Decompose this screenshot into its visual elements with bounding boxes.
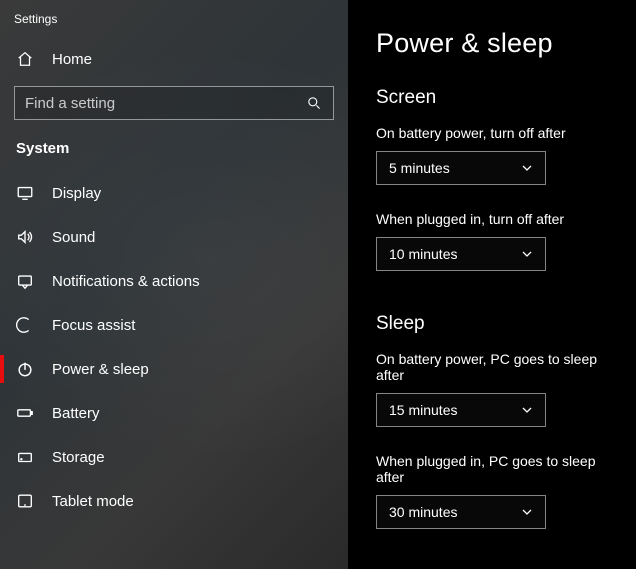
notifications-icon [16, 272, 34, 290]
field-label: On battery power, turn off after [376, 125, 614, 141]
field-label: When plugged in, turn off after [376, 211, 614, 227]
app-title: Settings [0, 8, 348, 40]
select-screen-plugged[interactable]: 10 minutes [376, 237, 546, 271]
select-value: 15 minutes [389, 402, 457, 418]
sound-icon [16, 228, 34, 246]
home-nav[interactable]: Home [0, 40, 348, 78]
select-value: 10 minutes [389, 246, 457, 262]
chevron-down-icon [521, 248, 533, 260]
search-input[interactable] [25, 95, 305, 112]
battery-icon [16, 404, 34, 422]
chevron-down-icon [521, 404, 533, 416]
nav-tablet-mode[interactable]: Tablet mode [0, 479, 348, 523]
search-box[interactable] [14, 86, 334, 120]
page-title: Power & sleep [376, 28, 614, 59]
chevron-down-icon [521, 506, 533, 518]
storage-icon [16, 448, 34, 466]
nav-label: Focus assist [52, 317, 135, 334]
nav-label: Tablet mode [52, 493, 134, 510]
select-value: 5 minutes [389, 160, 450, 176]
field-screen-battery: On battery power, turn off after 5 minut… [376, 125, 614, 185]
field-sleep-battery: On battery power, PC goes to sleep after… [376, 351, 614, 427]
section-screen: Screen On battery power, turn off after … [376, 87, 614, 271]
home-label: Home [52, 51, 92, 68]
nav-storage[interactable]: Storage [0, 435, 348, 479]
nav-display[interactable]: Display [0, 171, 348, 215]
nav-label: Power & sleep [52, 361, 149, 378]
nav-label: Notifications & actions [52, 273, 200, 290]
nav-label: Battery [52, 405, 100, 422]
nav-power-sleep[interactable]: Power & sleep [0, 347, 348, 391]
section-title: Screen [376, 87, 614, 109]
select-sleep-battery[interactable]: 15 minutes [376, 393, 546, 427]
select-value: 30 minutes [389, 504, 457, 520]
settings-sidebar: Settings Home System Display [0, 0, 348, 569]
nav-label: Sound [52, 229, 95, 246]
section-sleep: Sleep On battery power, PC goes to sleep… [376, 313, 614, 529]
tablet-icon [16, 492, 34, 510]
focus-assist-icon [16, 316, 34, 334]
select-sleep-plugged[interactable]: 30 minutes [376, 495, 546, 529]
field-label: When plugged in, PC goes to sleep after [376, 453, 614, 485]
nav-battery[interactable]: Battery [0, 391, 348, 435]
nav-label: Display [52, 185, 101, 202]
category-header: System [0, 138, 348, 171]
power-icon [16, 360, 34, 378]
field-label: On battery power, PC goes to sleep after [376, 351, 614, 383]
nav-focus-assist[interactable]: Focus assist [0, 303, 348, 347]
search-icon [305, 94, 323, 112]
nav-notifications[interactable]: Notifications & actions [0, 259, 348, 303]
field-sleep-plugged: When plugged in, PC goes to sleep after … [376, 453, 614, 529]
nav-sound[interactable]: Sound [0, 215, 348, 259]
nav-label: Storage [52, 449, 105, 466]
chevron-down-icon [521, 162, 533, 174]
display-icon [16, 184, 34, 202]
home-icon [16, 50, 34, 68]
content-pane: Power & sleep Screen On battery power, t… [348, 0, 636, 569]
nav-list: Display Sound Notifications & actions Fo… [0, 171, 348, 523]
select-screen-battery[interactable]: 5 minutes [376, 151, 546, 185]
section-title: Sleep [376, 313, 614, 335]
field-screen-plugged: When plugged in, turn off after 10 minut… [376, 211, 614, 271]
